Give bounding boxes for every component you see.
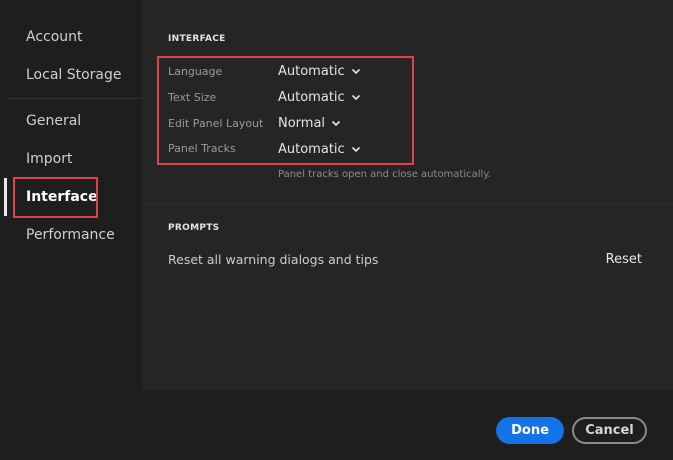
section-title-interface: INTERFACE	[168, 34, 226, 44]
text-size-value: Automatic	[278, 89, 345, 105]
done-button[interactable]: Done	[496, 417, 564, 444]
reset-button[interactable]: Reset	[606, 252, 642, 267]
reset-prompts-text: Reset all warning dialogs and tips	[168, 252, 379, 267]
sidebar: Account Local Storage General Import Int…	[0, 0, 142, 390]
sidebar-item-label: Performance	[26, 227, 115, 243]
preferences-dialog: Account Local Storage General Import Int…	[0, 0, 673, 460]
section-title-prompts: PROMPTS	[168, 223, 220, 233]
sidebar-item-label: Local Storage	[26, 67, 122, 83]
sidebar-item-import[interactable]: Import	[0, 140, 142, 178]
panel-tracks-dropdown[interactable]: Automatic	[278, 140, 361, 158]
edit-panel-layout-label: Edit Panel Layout	[168, 117, 264, 130]
text-size-label: Text Size	[168, 91, 217, 104]
text-size-dropdown[interactable]: Automatic	[278, 88, 361, 106]
sidebar-item-general[interactable]: General	[0, 102, 142, 140]
chevron-down-icon	[351, 94, 360, 101]
edit-panel-layout-dropdown[interactable]: Normal	[278, 114, 341, 132]
section-divider	[142, 203, 673, 204]
sidebar-item-interface[interactable]: Interface	[0, 178, 142, 216]
edit-panel-layout-value: Normal	[278, 115, 326, 131]
cancel-button[interactable]: Cancel	[572, 417, 647, 444]
panel-tracks-label: Panel Tracks	[168, 142, 236, 155]
language-value: Automatic	[278, 63, 345, 79]
language-dropdown[interactable]: Automatic	[278, 62, 361, 80]
sidebar-item-label: General	[26, 113, 82, 129]
panel-tracks-hint: Panel tracks open and close automaticall…	[278, 169, 491, 180]
chevron-down-icon	[331, 120, 341, 127]
sidebar-item-local-storage[interactable]: Local Storage	[0, 56, 142, 94]
chevron-down-icon	[351, 68, 360, 75]
sidebar-divider	[8, 98, 142, 99]
main-panel: INTERFACE Language Automatic Text Size A…	[142, 0, 673, 390]
panel-tracks-value: Automatic	[278, 141, 345, 157]
sidebar-item-performance[interactable]: Performance	[0, 216, 142, 254]
sidebar-item-label: Import	[26, 151, 73, 167]
sidebar-item-label: Interface	[26, 189, 98, 205]
language-label: Language	[168, 65, 223, 78]
sidebar-item-account[interactable]: Account	[0, 18, 142, 56]
chevron-down-icon	[351, 146, 360, 153]
sidebar-item-label: Account	[26, 29, 83, 45]
